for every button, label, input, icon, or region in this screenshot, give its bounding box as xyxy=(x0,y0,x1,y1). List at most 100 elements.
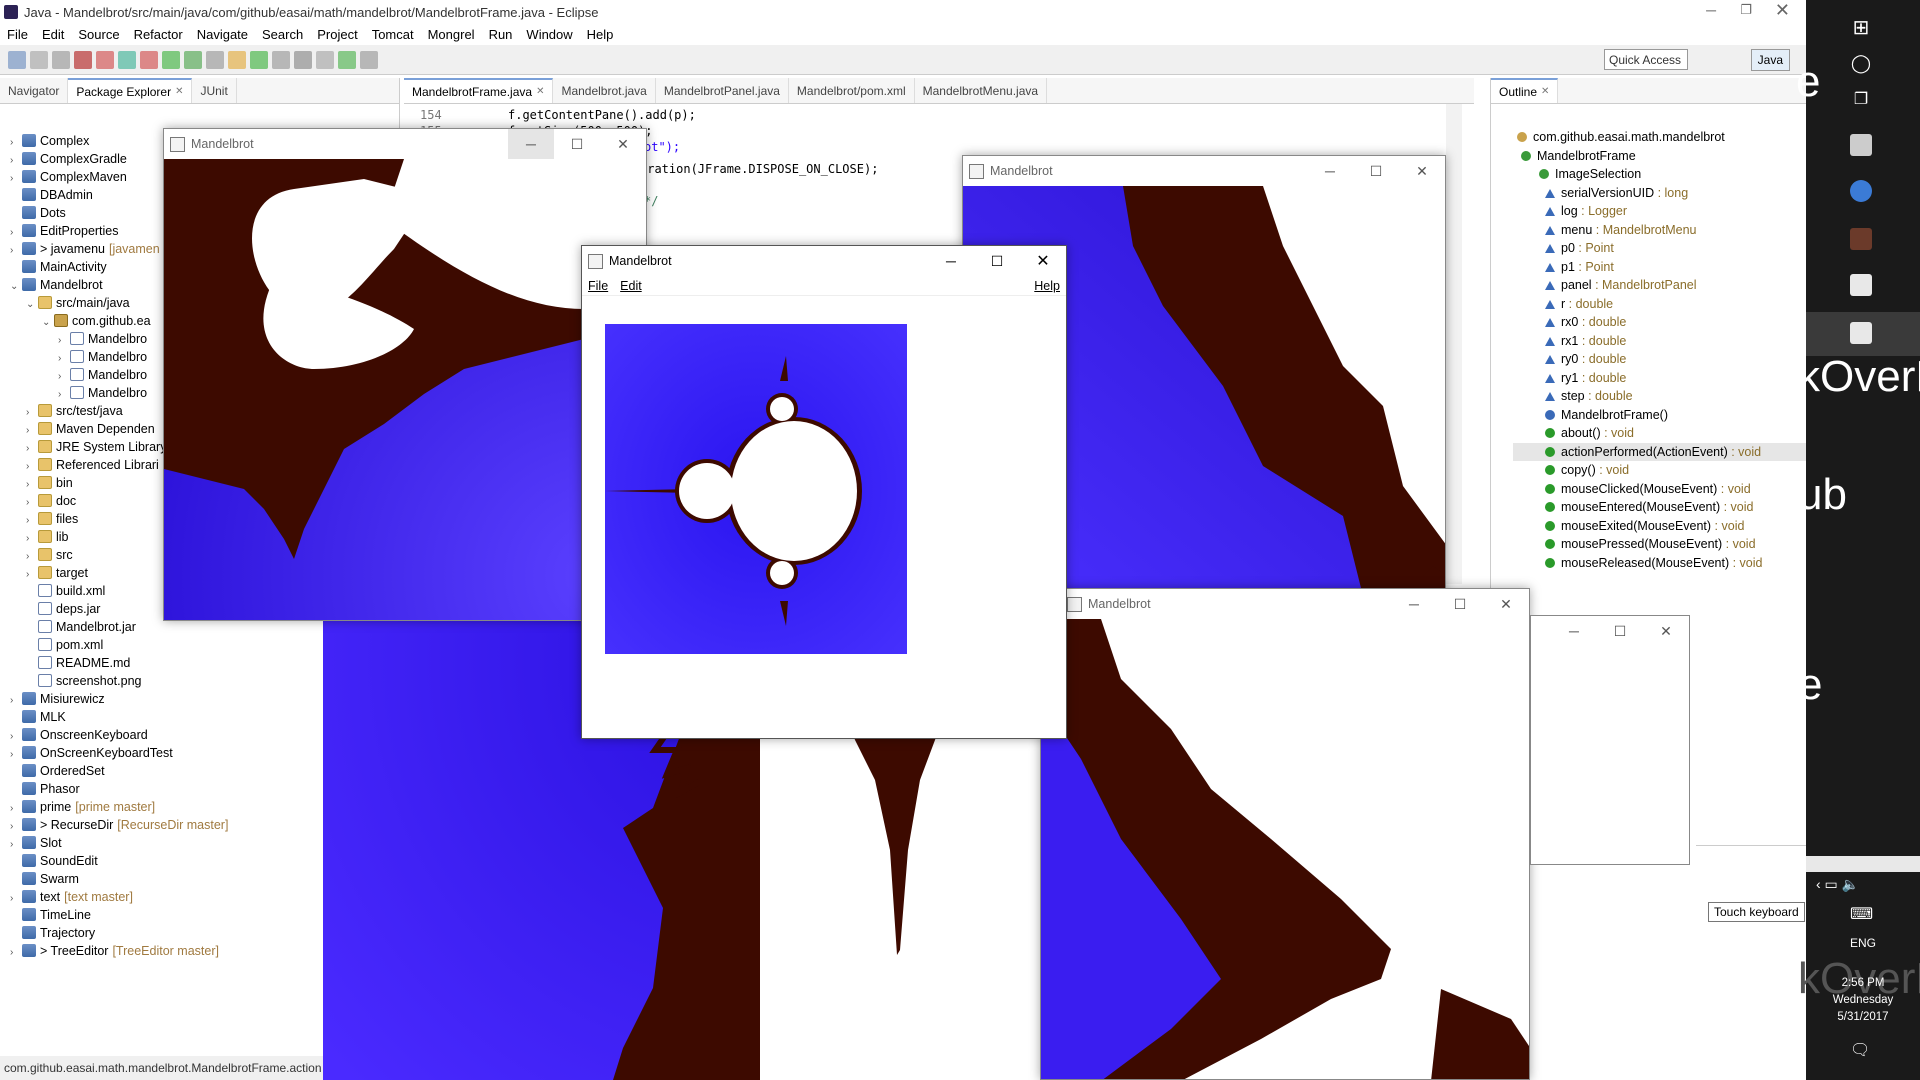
empty-window[interactable]: ─ ☐ ✕ xyxy=(1530,615,1690,865)
close-icon[interactable]: ✕ xyxy=(600,129,646,159)
close-icon[interactable]: ✕ xyxy=(1775,0,1790,21)
outline-item[interactable]: MandelbrotFrame xyxy=(1513,147,1806,166)
close-icon[interactable]: ✕ xyxy=(175,86,183,97)
minimize-icon[interactable]: ─ xyxy=(1706,2,1716,18)
task-view-icon[interactable]: ❐ xyxy=(1846,84,1876,114)
outline-item[interactable]: MandelbrotFrame() xyxy=(1513,406,1806,425)
window-titlebar[interactable]: Mandelbrot ─ ☐ ✕ xyxy=(1041,589,1529,619)
editor-tab[interactable]: MandelbrotPanel.java xyxy=(656,78,789,103)
menu-edit[interactable]: Edit xyxy=(35,27,71,42)
outline-item[interactable]: step : double xyxy=(1513,387,1806,406)
menu-navigate[interactable]: Navigate xyxy=(190,27,255,42)
editor-tab[interactable]: MandelbrotFrame.java ✕ xyxy=(404,78,554,103)
outline-item[interactable]: ry0 : double xyxy=(1513,350,1806,369)
menu-mongrel[interactable]: Mongrel xyxy=(421,27,482,42)
close-icon[interactable]: ✕ xyxy=(1399,156,1445,186)
editor-tab[interactable]: MandelbrotMenu.java xyxy=(915,78,1048,103)
outline-item[interactable]: rx0 : double xyxy=(1513,313,1806,332)
toolbar-button-icon[interactable] xyxy=(228,50,246,69)
mandelbrot-window-bottom-right[interactable]: Mandelbrot ─ ☐ ✕ xyxy=(1040,588,1530,1080)
tab-junit[interactable]: JUnit xyxy=(192,78,237,103)
java-app-active[interactable] xyxy=(1806,312,1920,356)
toolbar-button-icon[interactable] xyxy=(74,50,92,69)
close-icon[interactable]: ✕ xyxy=(1643,616,1689,646)
menu-search[interactable]: Search xyxy=(255,27,310,42)
taskbar-scrollbar[interactable] xyxy=(1806,856,1920,872)
outline-item[interactable]: panel : MandelbrotPanel xyxy=(1513,276,1806,295)
language-indicator[interactable]: ENG xyxy=(1850,936,1876,950)
mandelbrot-set-canvas[interactable] xyxy=(582,296,1067,736)
maximize-icon[interactable]: ☐ xyxy=(554,129,600,159)
menu-refactor[interactable]: Refactor xyxy=(127,27,190,42)
toolbar-button-icon[interactable] xyxy=(272,50,290,69)
outline-item[interactable]: copy() : void xyxy=(1513,461,1806,480)
menu-source[interactable]: Source xyxy=(71,27,126,42)
toolbar-button-icon[interactable] xyxy=(360,50,378,69)
menu-file[interactable]: File xyxy=(582,279,614,293)
toolbar-button-icon[interactable] xyxy=(316,50,334,69)
eclipse-icon[interactable] xyxy=(1846,224,1876,254)
outline-item[interactable]: p1 : Point xyxy=(1513,258,1806,277)
keyboard-icon[interactable]: ⌨ xyxy=(1850,904,1873,924)
maximize-icon[interactable]: ☐ xyxy=(974,246,1020,276)
minimize-icon[interactable]: ─ xyxy=(508,129,554,159)
java-perspective-button[interactable]: Java xyxy=(1750,49,1790,71)
toolbar-button-icon[interactable] xyxy=(206,50,224,69)
minimize-icon[interactable]: ─ xyxy=(928,246,974,276)
tab-outline[interactable]: Outline ✕ xyxy=(1491,78,1559,103)
quick-access-input[interactable]: Quick Access xyxy=(1604,49,1688,70)
menu-file[interactable]: File xyxy=(0,27,35,42)
toolbar-button-icon[interactable] xyxy=(184,50,202,69)
outline-item[interactable]: rx1 : double xyxy=(1513,332,1806,351)
tab-navigator[interactable]: Navigator xyxy=(0,78,69,103)
menu-window[interactable]: Window xyxy=(519,27,579,42)
menu-help[interactable]: Help xyxy=(1034,279,1060,293)
app-icon[interactable] xyxy=(1846,130,1876,160)
toolbar-button-icon[interactable] xyxy=(8,50,26,69)
java-app-icon[interactable] xyxy=(1846,270,1876,300)
outline-item[interactable]: p0 : Point xyxy=(1513,239,1806,258)
close-icon[interactable]: ✕ xyxy=(1541,86,1549,97)
outline-item[interactable]: mouseEntered(MouseEvent) : void xyxy=(1513,498,1806,517)
outline-item[interactable]: menu : MandelbrotMenu xyxy=(1513,221,1806,240)
close-icon[interactable]: ✕ xyxy=(1483,589,1529,619)
outline-item[interactable]: r : double xyxy=(1513,295,1806,314)
mandelbrot-window-top-left[interactable]: Mandelbrot ─ ☐ ✕ xyxy=(163,128,647,621)
minimize-icon[interactable]: ─ xyxy=(1551,616,1597,646)
toolbar-button-icon[interactable] xyxy=(162,50,180,69)
toolbar-button-icon[interactable] xyxy=(140,50,158,69)
clock[interactable]: 2:56 PM Wednesday 5/31/2017 xyxy=(1806,975,1920,1026)
editor-tab[interactable]: Mandelbrot.java xyxy=(553,78,656,103)
menu-tomcat[interactable]: Tomcat xyxy=(365,27,421,42)
notification-icon[interactable]: 🗨 xyxy=(1850,1040,1870,1060)
toolbar-button-icon[interactable] xyxy=(118,50,136,69)
maximize-icon[interactable]: ☐ xyxy=(1597,616,1643,646)
close-icon[interactable]: ✕ xyxy=(536,86,544,97)
outline-item[interactable]: serialVersionUID : long xyxy=(1513,184,1806,203)
tab-package-explorer[interactable]: Package Explorer ✕ xyxy=(68,78,193,103)
outline-item[interactable]: mousePressed(MouseEvent) : void xyxy=(1513,535,1806,554)
restore-icon[interactable]: ❐ xyxy=(1740,2,1752,18)
menu-help[interactable]: Help xyxy=(580,27,621,42)
outline-item[interactable]: ry1 : double xyxy=(1513,369,1806,388)
outline-item[interactable]: log : Logger xyxy=(1513,202,1806,221)
thunderbird-icon[interactable] xyxy=(1846,176,1876,206)
maximize-icon[interactable]: ☐ xyxy=(1353,156,1399,186)
editor-tab[interactable]: Mandelbrot/pom.xml xyxy=(789,78,915,103)
windows-start-icon[interactable]: ⊞ xyxy=(1846,12,1876,42)
toolbar-button-icon[interactable] xyxy=(96,50,114,69)
expand-toggle-icon[interactable]: › xyxy=(10,944,22,962)
toolbar-button-icon[interactable] xyxy=(294,50,312,69)
window-titlebar[interactable]: Mandelbrot ─ ☐ ✕ xyxy=(963,156,1445,186)
window-titlebar[interactable]: Mandelbrot ─ ☐ ✕ xyxy=(164,129,646,159)
minimize-icon[interactable]: ─ xyxy=(1391,589,1437,619)
window-titlebar[interactable]: Mandelbrot ─ ☐ ✕ xyxy=(582,246,1066,276)
toolbar-button-icon[interactable] xyxy=(250,50,268,69)
outline-item[interactable]: about() : void xyxy=(1513,424,1806,443)
outline-item[interactable]: ImageSelection xyxy=(1513,165,1806,184)
menu-run[interactable]: Run xyxy=(482,27,520,42)
menu-project[interactable]: Project xyxy=(310,27,364,42)
outline-item[interactable]: actionPerformed(ActionEvent) : void xyxy=(1513,442,1806,461)
toolbar-button-icon[interactable] xyxy=(52,50,70,69)
close-icon[interactable]: ✕ xyxy=(1020,246,1066,276)
